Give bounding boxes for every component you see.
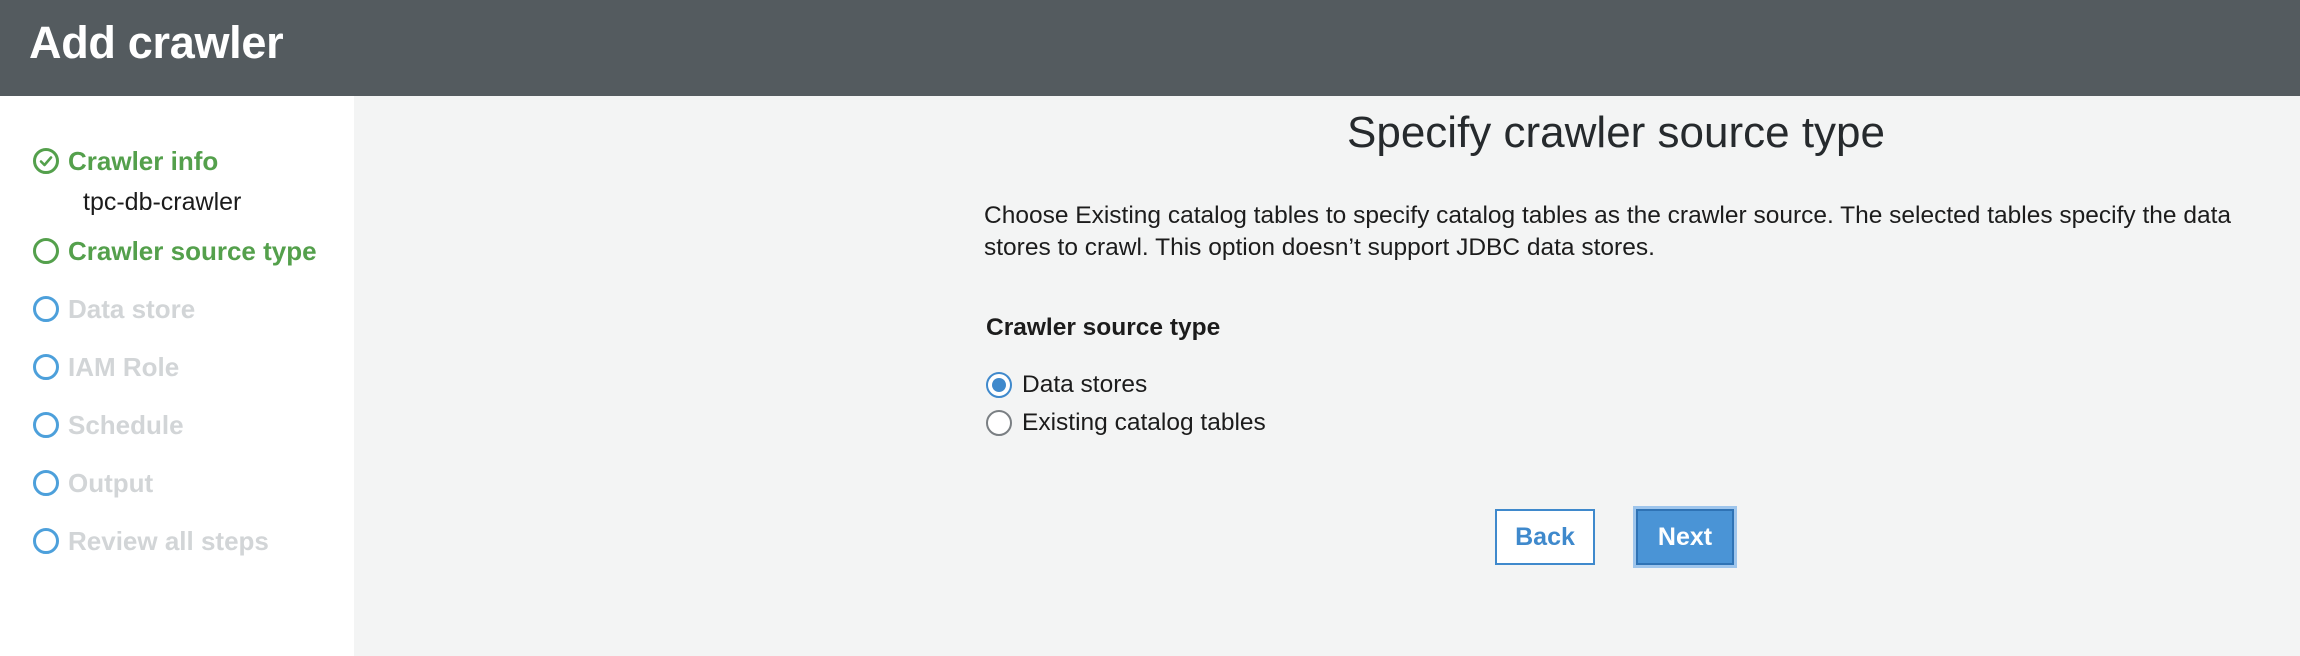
step-output[interactable]: Output — [33, 463, 153, 503]
step-iam-role[interactable]: IAM Role — [33, 347, 179, 387]
step-data-store[interactable]: Data store — [33, 289, 195, 329]
radio-option-data-stores[interactable]: Data stores — [986, 368, 1147, 402]
step-review-all-steps[interactable]: Review all steps — [33, 521, 269, 561]
step-label: Crawler source type — [68, 235, 317, 266]
check-circle-icon — [33, 148, 59, 174]
source-type-field-label: Crawler source type — [986, 314, 1221, 341]
page-title: Add crawler — [29, 17, 284, 68]
circle-icon — [33, 354, 59, 380]
page-header: Add crawler — [0, 0, 2300, 96]
circle-icon — [33, 296, 59, 322]
radio-label[interactable]: Existing catalog tables — [1022, 409, 1266, 437]
circle-icon — [33, 238, 59, 264]
circle-icon — [33, 412, 59, 438]
circle-icon — [33, 470, 59, 496]
radio-label[interactable]: Data stores — [1022, 371, 1147, 399]
section-description: Choose Existing catalog tables to specif… — [984, 202, 2232, 261]
step-crawler-source-type[interactable]: Crawler source type — [33, 231, 317, 271]
step-label: Schedule — [68, 409, 184, 440]
step-label: Crawler info — [68, 145, 219, 176]
radio-button[interactable] — [986, 410, 1012, 436]
step-label: Data store — [68, 293, 196, 324]
circle-icon — [33, 528, 59, 554]
section-title: Specify crawler source type — [1347, 108, 1885, 157]
step-crawler-info[interactable]: Crawler info — [33, 141, 218, 181]
step-label: Review all steps — [68, 525, 269, 556]
radio-button-selected[interactable] — [986, 372, 1012, 398]
next-button[interactable]: Next — [1636, 509, 1734, 565]
step-label: Output — [68, 467, 154, 498]
wizard-steps-sidebar: Crawler info tpc-db-crawler Crawler sour… — [0, 96, 354, 656]
crawler-name-summary: tpc-db-crawler — [83, 188, 242, 216]
radio-option-existing-catalog-tables[interactable]: Existing catalog tables — [986, 406, 1266, 440]
step-label: IAM Role — [68, 351, 180, 382]
step-schedule[interactable]: Schedule — [33, 405, 184, 445]
back-button[interactable]: Back — [1495, 509, 1595, 565]
